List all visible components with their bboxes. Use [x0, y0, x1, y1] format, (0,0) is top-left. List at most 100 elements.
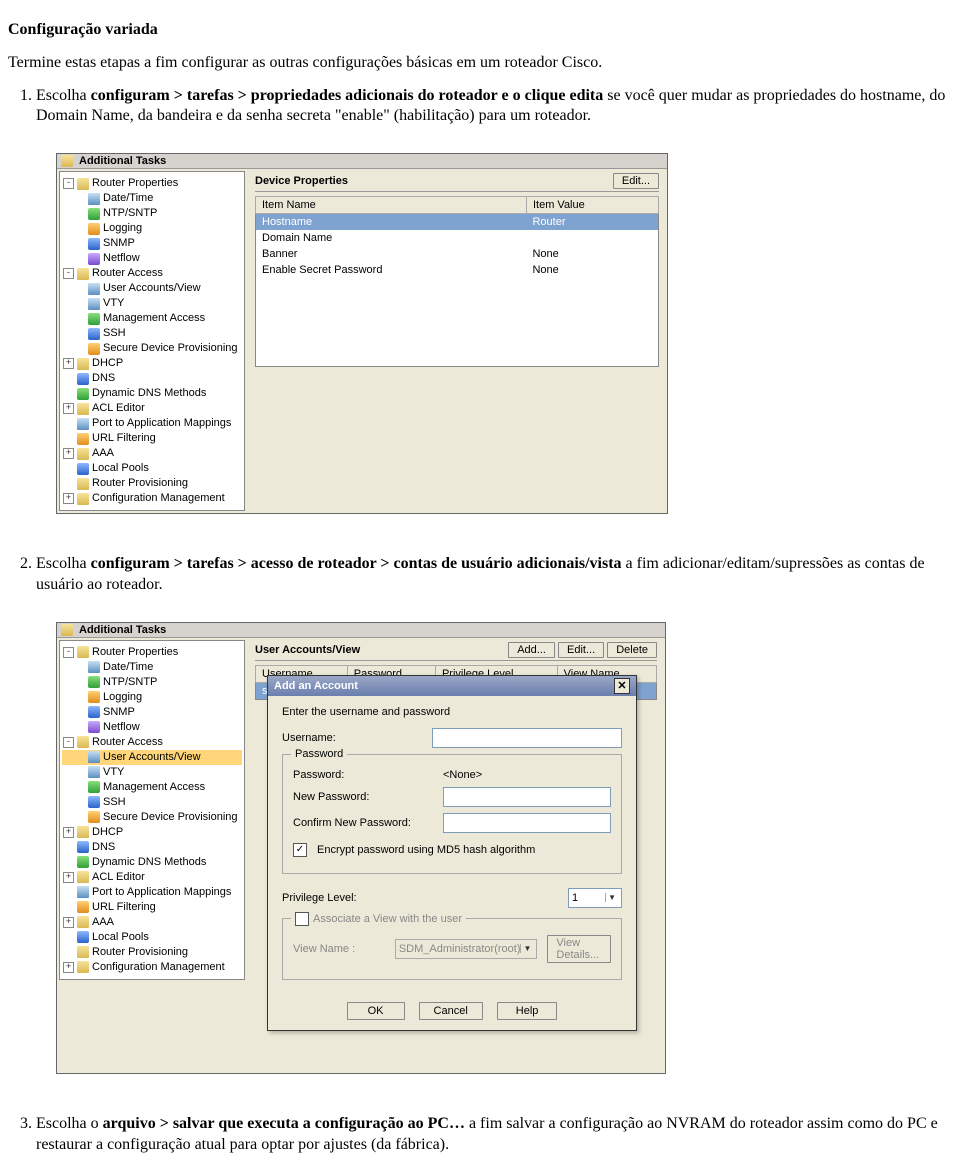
expand-icon[interactable]: + [63, 917, 74, 928]
tree-item-label: ACL Editor [92, 401, 145, 416]
col-item-name: Item Name [256, 197, 527, 214]
tree-item[interactable]: Port to Application Mappings [62, 885, 242, 900]
step-3: Escolha o arquivo > salvar que executa a… [36, 1114, 952, 1156]
tree-item-label: VTY [103, 765, 124, 780]
tree-item[interactable]: + Configuration Management [62, 960, 242, 975]
dialog-instruction: Enter the username and password [282, 706, 622, 718]
device-properties-table[interactable]: Item Name Item Value HostnameRouterDomai… [255, 196, 659, 367]
tree-item[interactable]: Netflow [62, 720, 242, 735]
delete-button[interactable]: Delete [607, 642, 657, 658]
collapse-icon[interactable]: - [63, 737, 74, 748]
tree-item[interactable]: - Router Access [62, 735, 242, 750]
window-icon [61, 155, 73, 167]
tree-item[interactable]: - Router Properties [62, 645, 242, 660]
tree-item[interactable]: VTY [62, 765, 242, 780]
collapse-icon[interactable]: - [63, 647, 74, 658]
tree-item[interactable]: Local Pools [62, 930, 242, 945]
tree-item[interactable]: + ACL Editor [62, 401, 242, 416]
tree-item[interactable]: +AAA [62, 446, 242, 461]
tree-item[interactable]: NTP/SNTP [62, 675, 242, 690]
password-group: Password Password: <None> New Password: … [282, 754, 622, 874]
tree-item-label: Router Properties [92, 645, 178, 660]
add-button[interactable]: Add... [508, 642, 555, 658]
expand-icon[interactable]: + [63, 827, 74, 838]
expand-icon[interactable]: + [63, 448, 74, 459]
tree-item[interactable]: Logging [62, 690, 242, 705]
tree-node-icon [77, 358, 89, 370]
tree-item[interactable]: Dynamic DNS Methods [62, 855, 242, 870]
encrypt-checkbox[interactable]: ✓ [293, 843, 307, 857]
tree-item-label: Configuration Management [92, 960, 225, 975]
tree-item[interactable]: -Router Access [62, 266, 242, 281]
associate-view-checkbox[interactable] [295, 912, 309, 926]
tree-node-icon [88, 283, 100, 295]
tree-node-icon [88, 796, 100, 808]
table-row[interactable]: Enable Secret PasswordNone [256, 262, 659, 278]
table-row[interactable]: Domain Name [256, 230, 659, 246]
tree-item-label: Router Access [92, 735, 163, 750]
view-details-button: View Details... [547, 935, 611, 963]
collapse-icon[interactable]: - [63, 178, 74, 189]
tree-item[interactable]: SSH [62, 795, 242, 810]
tree-item[interactable]: Router Provisioning [62, 945, 242, 960]
tree-item[interactable]: SNMP [62, 705, 242, 720]
tree-item[interactable]: URL Filtering [62, 900, 242, 915]
tree-node-icon [88, 781, 100, 793]
tree-node-icon [88, 253, 100, 265]
chevron-down-icon: ▼ [520, 944, 533, 953]
table-row[interactable]: BannerNone [256, 246, 659, 262]
tree-item[interactable]: User Accounts/View [62, 281, 242, 296]
nav-tree[interactable]: - Router PropertiesDate/TimeNTP/SNTPLoggi… [59, 640, 245, 980]
tree-item[interactable]: VTY [62, 296, 242, 311]
tree-item[interactable]: Management Access [62, 311, 242, 326]
cancel-button[interactable]: Cancel [419, 1002, 483, 1020]
privilege-level-select[interactable]: 1 ▼ [568, 888, 622, 908]
table-row[interactable]: HostnameRouter [256, 214, 659, 231]
tree-item[interactable]: +DHCP [62, 356, 242, 371]
tree-item[interactable]: +ACL Editor [62, 870, 242, 885]
tree-node-icon [88, 751, 100, 763]
edit-button[interactable]: Edit... [558, 642, 604, 658]
tree-item[interactable]: SNMP [62, 236, 242, 251]
expand-icon[interactable]: + [63, 962, 74, 973]
tree-item[interactable]: Router Provisioning [62, 476, 242, 491]
tree-item[interactable]: Logging [62, 221, 242, 236]
confirm-password-input[interactable] [443, 813, 611, 833]
tree-item[interactable]: Date/Time [62, 660, 242, 675]
close-icon[interactable]: ✕ [614, 678, 630, 694]
tree-item[interactable]: +Configuration Management [62, 491, 242, 506]
tree-item[interactable]: URL Filtering [62, 431, 242, 446]
new-password-input[interactable] [443, 787, 611, 807]
tree-item[interactable]: User Accounts/View [62, 750, 242, 765]
tree-item[interactable]: -Router Properties [62, 176, 242, 191]
ok-button[interactable]: OK [347, 1002, 405, 1020]
help-button[interactable]: Help [497, 1002, 558, 1020]
tree-item[interactable]: Secure Device Provisioning [62, 341, 242, 356]
tree-item-label: Port to Application Mappings [92, 416, 231, 431]
username-input[interactable] [432, 728, 622, 748]
expand-icon[interactable]: + [63, 493, 74, 504]
expand-icon[interactable]: + [63, 872, 74, 883]
tree-item[interactable]: +DHCP [62, 825, 242, 840]
tree-item[interactable]: Secure Device Provisioning [62, 810, 242, 825]
tree-node-icon [77, 916, 89, 928]
expand-icon[interactable]: + [63, 403, 74, 414]
tree-node-icon [77, 268, 89, 280]
tree-item[interactable]: Dynamic DNS Methods [62, 386, 242, 401]
tree-item[interactable]: +AAA [62, 915, 242, 930]
tree-item[interactable]: SSH [62, 326, 242, 341]
tree-node-icon [77, 178, 89, 190]
tree-node-icon [88, 691, 100, 703]
expand-icon[interactable]: + [63, 358, 74, 369]
edit-button[interactable]: Edit... [613, 173, 659, 189]
collapse-icon[interactable]: - [63, 268, 74, 279]
nav-tree[interactable]: -Router PropertiesDate/TimeNTP/SNTPLoggi… [59, 171, 245, 511]
tree-item[interactable]: NTP/SNTP [62, 206, 242, 221]
tree-item[interactable]: Date/Time [62, 191, 242, 206]
tree-item[interactable]: DNS [62, 840, 242, 855]
tree-item[interactable]: DNS [62, 371, 242, 386]
tree-item[interactable]: Netflow [62, 251, 242, 266]
tree-item[interactable]: Management Access [62, 780, 242, 795]
tree-item[interactable]: Local Pools [62, 461, 242, 476]
tree-item[interactable]: Port to Application Mappings [62, 416, 242, 431]
